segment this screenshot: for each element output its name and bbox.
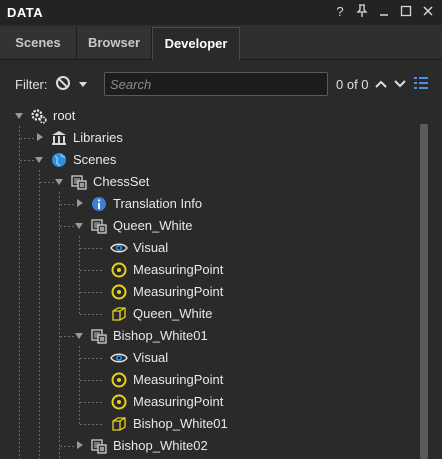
no-filter-icon: [56, 76, 70, 90]
tree-node-label: Bishop_White01: [133, 416, 228, 431]
eye-icon: [110, 243, 128, 253]
tree-node-chessset[interactable]: ChessSet: [0, 171, 420, 193]
panel-title: DATA: [7, 5, 44, 20]
tree-node-label: Visual: [133, 350, 169, 365]
scene-node-icon: [71, 175, 87, 190]
tab-browser[interactable]: Browser: [77, 27, 152, 58]
maximize-button[interactable]: [398, 4, 414, 20]
tree-node-visual[interactable]: Visual: [0, 347, 420, 369]
minimize-button[interactable]: [376, 4, 392, 20]
info-icon: [92, 197, 106, 211]
measuring-point-icon: [111, 284, 127, 300]
tree-node-label: Bishop_White01: [113, 328, 208, 343]
panel-titlebar: DATA ?: [0, 0, 442, 26]
collapse-arrow-icon[interactable]: [35, 157, 43, 163]
tree-node-label: MeasuringPoint: [133, 284, 224, 299]
list-icon: [414, 77, 428, 89]
chevron-down-icon: [79, 82, 87, 87]
maximize-icon: [400, 5, 412, 17]
collapse-arrow-icon[interactable]: [75, 333, 83, 339]
collapse-arrow-icon[interactable]: [75, 223, 83, 229]
tree-node-label: MeasuringPoint: [133, 394, 224, 409]
close-button[interactable]: [420, 4, 436, 20]
pin-button[interactable]: [354, 4, 370, 20]
tree-scrollbar[interactable]: [420, 112, 428, 459]
filter-bar: Filter: 0 of 0: [0, 60, 442, 108]
mesh-cube-icon: [112, 307, 126, 321]
tree-node-scenes[interactable]: Scenes: [0, 149, 420, 171]
measuring-point-icon: [111, 394, 127, 410]
collapse-arrow-icon[interactable]: [55, 179, 63, 185]
scene-node-icon: [91, 439, 107, 454]
mesh-cube-icon: [112, 417, 126, 431]
measuring-point-icon: [111, 262, 127, 278]
tree-node-measuring-point[interactable]: MeasuringPoint: [0, 281, 420, 303]
filter-toggle-button[interactable]: [55, 75, 71, 91]
tree-node-label: ChessSet: [93, 174, 150, 189]
search-input[interactable]: [105, 73, 325, 95]
tree-node-label: Bishop_White02: [113, 438, 208, 453]
tree-node-libraries[interactable]: Libraries: [0, 127, 420, 149]
tree-node-root[interactable]: root: [0, 108, 420, 127]
next-result-button[interactable]: [393, 78, 407, 90]
scene-node-icon: [91, 329, 107, 344]
chevron-up-icon: [375, 80, 387, 88]
pin-icon: [356, 4, 368, 17]
tree-node-label: Queen_White: [133, 306, 213, 321]
expand-arrow-icon[interactable]: [77, 441, 83, 449]
filter-label: Filter:: [15, 77, 48, 92]
expand-arrow-icon[interactable]: [77, 199, 83, 207]
tree-node-label: Scenes: [73, 152, 117, 167]
measuring-point-icon: [111, 372, 127, 388]
tree-node-label: Libraries: [73, 130, 123, 145]
list-view-button[interactable]: [414, 76, 428, 90]
minimize-icon: [380, 14, 388, 16]
eye-icon: [110, 353, 128, 363]
chevron-down-icon: [394, 80, 406, 88]
gear-icon: [31, 109, 47, 124]
tree-node-label: root: [53, 108, 76, 123]
tree-node-queen-white-mesh[interactable]: Queen_White: [0, 303, 420, 325]
tree-node-queen-white[interactable]: Queen_White: [0, 215, 420, 237]
tab-developer[interactable]: Developer: [152, 27, 240, 60]
previous-result-button[interactable]: [374, 78, 388, 90]
tab-scenes[interactable]: Scenes: [0, 27, 77, 58]
close-icon: [423, 6, 433, 16]
tab-bar: Scenes Browser Developer: [0, 25, 442, 60]
tree-node-label: Queen_White: [113, 218, 193, 233]
scene-node-icon: [91, 219, 107, 234]
tree-node-label: MeasuringPoint: [133, 372, 224, 387]
collapse-arrow-icon[interactable]: [15, 113, 23, 119]
tree-node-visual[interactable]: Visual: [0, 237, 420, 259]
tree-node-measuring-point[interactable]: MeasuringPoint: [0, 369, 420, 391]
tree-node-label: Visual: [133, 240, 169, 255]
filter-dropdown-button[interactable]: [78, 78, 88, 88]
scene-tree: root Libraries Scenes ChessSet Translati…: [0, 108, 420, 459]
tree-node-label: MeasuringPoint: [133, 262, 224, 277]
tree-node-measuring-point[interactable]: MeasuringPoint: [0, 391, 420, 413]
search-field[interactable]: [104, 72, 328, 96]
tree-node-bishop-white02[interactable]: Bishop_White02: [0, 435, 420, 457]
help-button[interactable]: ?: [332, 4, 348, 20]
globe-icon: [52, 153, 66, 167]
expand-arrow-icon[interactable]: [37, 133, 43, 141]
library-icon: [52, 131, 66, 145]
tree-node-bishop-white01-mesh[interactable]: Bishop_White01: [0, 413, 420, 435]
tree-node-translation-info[interactable]: Translation Info: [0, 193, 420, 215]
tree-node-measuring-point[interactable]: MeasuringPoint: [0, 259, 420, 281]
search-result-count: 0 of 0: [336, 77, 369, 92]
tree-node-label: Translation Info: [113, 196, 203, 211]
tree-node-bishop-white01[interactable]: Bishop_White01: [0, 325, 420, 347]
scrollbar-thumb[interactable]: [420, 124, 428, 459]
